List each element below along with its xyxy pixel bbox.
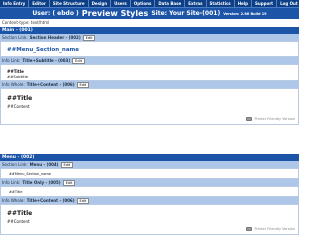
edit-button[interactable]: Edit bbox=[62, 179, 76, 186]
info-link-label: Info Link: bbox=[2, 58, 21, 63]
section-name-box: ##Menu_Section_name bbox=[0, 41, 299, 57]
nav-site-structure[interactable]: Site Structure bbox=[50, 0, 89, 7]
info-link-value: Title Only - (005) bbox=[22, 180, 61, 185]
info-whole-bar: Info Whole: Title+Content - (006) Edit bbox=[0, 197, 299, 204]
info-link-bar: Info Link: Title+Subtitle - (003) Edit bbox=[0, 57, 299, 64]
info-whole-value: Title+Content - (006) bbox=[26, 82, 75, 87]
title-large: ##Title bbox=[7, 95, 33, 102]
info-whole-label: Info Whole: bbox=[2, 198, 25, 203]
section-link-label: Section Link: bbox=[2, 35, 28, 40]
printer-friendly-link[interactable]: Printer Friendly Version bbox=[246, 117, 295, 121]
nav-extras[interactable]: Extras bbox=[185, 0, 207, 7]
section-header: Menu - (002) bbox=[0, 154, 299, 161]
info-link-box: ##Title ##Subtitle bbox=[0, 64, 299, 81]
info-link-bar: Info Link: Title Only - (005) Edit bbox=[0, 179, 299, 186]
printer-icon bbox=[246, 227, 253, 231]
printer-friendly-label: Printer Friendly Version bbox=[254, 117, 295, 121]
info-whole-box: ##Title ##Content Printer Friendly Versi… bbox=[0, 88, 299, 125]
nav-support[interactable]: Support bbox=[252, 0, 278, 7]
section-main: Main - (001) Section Link: Section Heade… bbox=[0, 27, 299, 125]
nav-users[interactable]: Users bbox=[111, 0, 131, 7]
nav-statistics[interactable]: Statistics bbox=[207, 0, 235, 7]
edit-button[interactable]: Edit bbox=[76, 197, 90, 204]
top-navigation: Info Entry Editor Site Structure Design … bbox=[0, 0, 299, 7]
user-label: User: ( ebdo ) bbox=[32, 10, 79, 17]
nav-editor[interactable]: Editor bbox=[29, 0, 50, 7]
section-name: ##Menu_Section_name bbox=[7, 47, 79, 53]
version-label: Version: 2.86 Build 19 bbox=[223, 11, 267, 16]
section-name-box: ##Menu_Section_name bbox=[0, 168, 299, 179]
nav-design[interactable]: Design bbox=[89, 0, 112, 7]
title-text: ##Title bbox=[9, 190, 23, 194]
nav-info-entry[interactable]: Info Entry bbox=[0, 0, 30, 7]
page-title: Preview Styles bbox=[81, 9, 149, 18]
info-whole-bar: Info Whole: Title+Content - (006) Edit bbox=[0, 81, 299, 88]
nav-help[interactable]: Help bbox=[235, 0, 252, 7]
info-link-box: ##Title bbox=[0, 186, 299, 197]
edit-button[interactable]: Edit bbox=[60, 161, 74, 168]
printer-friendly-link[interactable]: Printer Friendly Version bbox=[246, 227, 295, 231]
title-large: ##Title bbox=[7, 210, 33, 217]
nav-log-out[interactable]: Log Out bbox=[277, 0, 301, 7]
section-header: Main - (001) bbox=[0, 27, 299, 34]
content-text: ##Content bbox=[7, 104, 30, 109]
info-link-value: Title+Subtitle - (003) bbox=[22, 58, 71, 63]
content-text: ##Content bbox=[7, 219, 30, 224]
section-link-value: Menu - (004) bbox=[29, 162, 59, 167]
section-link-bar: Section Link: Section Header - (002) Edi… bbox=[0, 34, 299, 41]
info-whole-box: ##Title ##Content Printer Friendly Versi… bbox=[0, 204, 299, 235]
section-link-bar: Section Link: Menu - (004) Edit bbox=[0, 161, 299, 168]
site-label: Site: Your Site-(001) bbox=[151, 10, 221, 17]
printer-icon bbox=[246, 117, 253, 121]
section-link-label: Section Link: bbox=[2, 162, 28, 167]
edit-button[interactable]: Edit bbox=[82, 34, 96, 41]
title-bar: User: ( ebdo ) Preview Styles Site: Your… bbox=[0, 7, 299, 19]
section-menu: Menu - (002) Section Link: Menu - (004) … bbox=[0, 154, 299, 235]
printer-friendly-label: Printer Friendly Version bbox=[254, 227, 295, 231]
edit-button[interactable]: Edit bbox=[72, 57, 85, 64]
info-whole-label: Info Whole: bbox=[2, 82, 25, 87]
nav-options[interactable]: Options bbox=[131, 0, 156, 7]
section-name: ##Menu_Section_name bbox=[9, 172, 51, 176]
info-whole-value: Title+Content - (006) bbox=[26, 198, 75, 203]
content-type-label: Content-type: text/html bbox=[2, 20, 50, 25]
subtitle-text: ##Subtitle bbox=[7, 74, 29, 79]
section-link-value: Section Header - (002) bbox=[29, 35, 81, 40]
info-link-label: Info Link: bbox=[2, 180, 21, 185]
edit-button[interactable]: Edit bbox=[76, 81, 90, 88]
nav-data-base[interactable]: Data Base bbox=[155, 0, 186, 7]
